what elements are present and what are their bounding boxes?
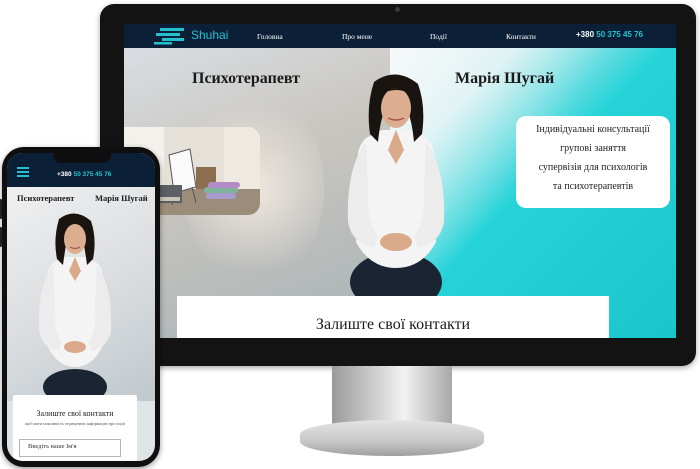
logo-icon[interactable] bbox=[154, 27, 186, 45]
nav-link-about[interactable]: Про мене bbox=[342, 32, 372, 41]
mobile-navbar: +380 50 375 45 76 bbox=[7, 153, 155, 187]
nav-phone-number[interactable]: +380 50 375 45 76 bbox=[576, 30, 643, 39]
monitor-stand-base bbox=[300, 420, 484, 456]
service-item: Індивідуальні консультації bbox=[536, 124, 650, 135]
contact-form-title: Залиште свої контакти bbox=[315, 316, 471, 333]
brand-name[interactable]: Shuhai bbox=[191, 28, 228, 42]
hero-profession-title: Психотерапевт bbox=[192, 70, 301, 87]
phone-digits: 50 375 45 76 bbox=[596, 30, 643, 39]
mobile-phone: +380 50 375 45 76 Психотерапевт Марія Шу… bbox=[0, 147, 160, 467]
service-item: супервізія для психологів bbox=[538, 162, 648, 173]
phone-prefix: +380 bbox=[57, 171, 72, 178]
nav-link-events[interactable]: Події bbox=[430, 32, 447, 41]
nav-link-contacts[interactable]: Контакти bbox=[506, 32, 536, 41]
mobile-form-subtitle: щоб мати можливість отримувати інформаці… bbox=[25, 421, 125, 426]
phone-prefix: +380 bbox=[576, 30, 595, 39]
name-input[interactable]: Введіть ваше Ім'я bbox=[19, 439, 121, 457]
services-card: Індивідуальні консультації групові занят… bbox=[516, 116, 670, 208]
phone-side-button bbox=[0, 199, 2, 219]
camera-dot bbox=[395, 7, 400, 12]
mobile-name-title: Марія Шугай bbox=[95, 193, 148, 203]
mobile-form-title: Залиште свої контакти bbox=[36, 409, 114, 418]
phone-side-button bbox=[0, 227, 2, 247]
mobile-phone-number[interactable]: +380 50 375 45 76 bbox=[57, 171, 111, 178]
service-item: групові заняття bbox=[560, 143, 626, 154]
mobile-screen: +380 50 375 45 76 Психотерапевт Марія Шу… bbox=[7, 153, 155, 461]
phone-notch bbox=[53, 153, 111, 163]
name-input-placeholder: Введіть ваше Ім'я bbox=[28, 443, 77, 450]
mobile-profession-title: Психотерапевт bbox=[17, 193, 75, 203]
desktop-screen: Shuhai Головна Про мене Події Контакти +… bbox=[124, 24, 676, 338]
service-item: та психотерапевтів bbox=[552, 181, 634, 192]
nav-link-home[interactable]: Головна bbox=[257, 32, 283, 41]
monitor-stand-neck bbox=[332, 366, 452, 426]
desktop-monitor: Shuhai Головна Про мене Події Контакти +… bbox=[100, 4, 696, 366]
phone-digits: 50 375 45 76 bbox=[73, 171, 112, 178]
psychotherapist-photo bbox=[347, 74, 445, 302]
desktop-navbar: Shuhai Головна Про мене Події Контакти +… bbox=[124, 24, 676, 48]
mobile-contact-form: Залиште свої контакти щоб мати можливіст… bbox=[13, 395, 137, 461]
mobile-psychotherapist-photo bbox=[38, 213, 112, 397]
contact-form-card: Залиште свої контакти bbox=[177, 296, 609, 338]
hamburger-menu-icon[interactable] bbox=[17, 167, 29, 177]
